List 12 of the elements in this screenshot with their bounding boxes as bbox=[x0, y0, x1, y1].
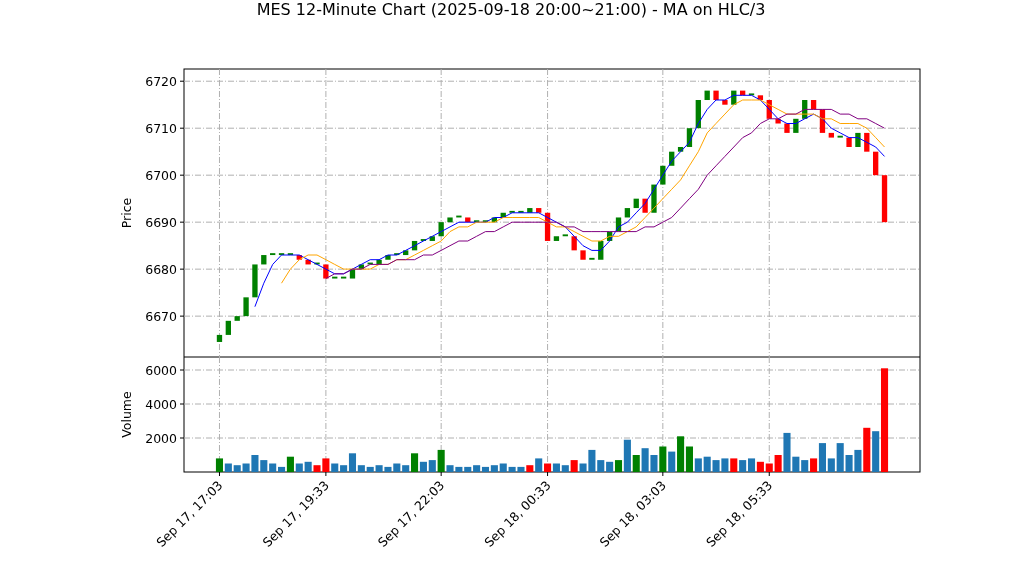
axis-tick-label: 6680 bbox=[145, 261, 177, 277]
chart-title: MES 12-Minute Chart (2025-09-18 20:00~21:00) - MA on HLC/3 bbox=[256, 0, 766, 20]
axis-tick-label: 2000 bbox=[145, 430, 177, 446]
axis-tick-label: 6690 bbox=[145, 214, 177, 230]
axis-tick-label: 6710 bbox=[145, 120, 177, 136]
axis-tick-label: 4000 bbox=[145, 396, 177, 412]
axis-tick-label: 6670 bbox=[145, 308, 177, 324]
axis-title: Price bbox=[119, 197, 134, 229]
axis-tick-label: 6700 bbox=[145, 167, 177, 183]
axis-title: Volume bbox=[119, 391, 134, 438]
axis-tick-label: 6720 bbox=[145, 73, 177, 89]
axis-tick-label: 6000 bbox=[145, 362, 177, 378]
